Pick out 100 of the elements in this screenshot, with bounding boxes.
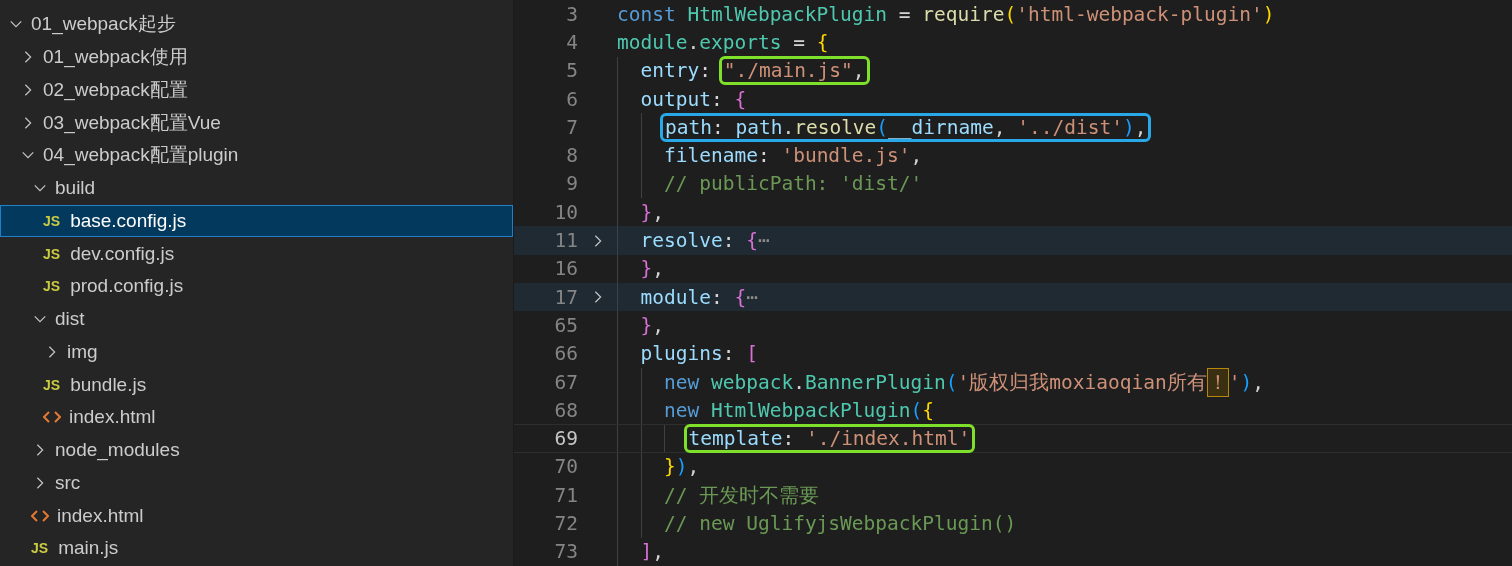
code-token: , [652, 540, 664, 564]
code-token: ] [640, 540, 653, 564]
line-number: 66 [553, 342, 578, 366]
code-token: , [652, 257, 664, 281]
code-token: ) [1122, 115, 1135, 139]
js-file-icon: JS [43, 212, 61, 229]
line-number: 65 [553, 313, 578, 337]
code-token: 'html-webpack-plugin' [1016, 2, 1263, 26]
line-number: 71 [553, 483, 578, 507]
line-number: 68 [553, 398, 578, 422]
tree-item[interactable]: JS bundle.js [0, 368, 513, 401]
line-number: 16 [553, 257, 578, 281]
code-token: "./main.js" [723, 59, 853, 83]
tree-item[interactable]: JS base.config.js [0, 204, 513, 238]
code-token: __dirname [888, 115, 994, 139]
code-token: HtmlWebpackPlugin [687, 2, 888, 26]
tree-item[interactable]: 02_webpack配置 [0, 73, 513, 107]
tree-item[interactable]: build [0, 171, 513, 205]
code-token: entry [640, 59, 700, 83]
code-token: } [640, 200, 653, 224]
line-number: 7 [565, 115, 578, 139]
code-token: : [711, 115, 725, 139]
code-token: '../dist' [1017, 115, 1123, 139]
code-brackets-icon [31, 508, 49, 523]
code-token: ) [675, 455, 688, 479]
tree-item[interactable]: node_modules [0, 433, 513, 467]
code-token: module [617, 30, 688, 54]
tree-item[interactable]: img [0, 335, 513, 369]
code-token: : [782, 427, 796, 451]
js-file-icon: JS [43, 245, 61, 262]
code-token: [ [746, 342, 758, 366]
code-token: : [710, 87, 724, 111]
code-token: { [922, 398, 935, 422]
line-number: 70 [553, 455, 578, 479]
line-number: 4 [565, 30, 578, 54]
tree-item[interactable]: index.html [0, 499, 513, 532]
code-token: filename [664, 144, 758, 168]
code-token: , [852, 59, 865, 83]
code-token: // new UglifyjsWebpackPlugin() [664, 512, 1017, 535]
code-token: } [640, 257, 653, 281]
code-token: ( [910, 398, 923, 422]
line-number: 67 [553, 370, 578, 394]
tree-item[interactable]: JS main.js [0, 532, 513, 565]
code-token: BannerPlugin [804, 370, 946, 394]
code-token: ！ [1206, 367, 1229, 397]
code-token: ) [1240, 370, 1253, 394]
line-number: 6 [565, 87, 578, 111]
code-token: , [652, 200, 664, 224]
tree-item[interactable]: 03_webpack配置Vue [0, 106, 513, 139]
code-token: : [722, 342, 736, 366]
code-token: . [687, 30, 700, 54]
tree-item[interactable]: 01_webpack起步 [0, 8, 513, 41]
tree-item[interactable]: dist [0, 302, 513, 336]
code-token: : [722, 229, 736, 252]
line-number: 8 [565, 144, 578, 168]
code-token: template [688, 427, 783, 451]
tree-item[interactable]: JS prod.config.js [0, 270, 513, 303]
code-token: : [710, 285, 724, 309]
code-token: module [640, 285, 711, 309]
code-token: { [734, 285, 747, 309]
code-token: } [664, 455, 676, 479]
code-token: // 开发时不需要 [664, 482, 820, 509]
code-token: 'bundle.js' [781, 144, 911, 168]
code-token: ) [1262, 2, 1275, 26]
line-number: 9 [565, 172, 578, 196]
code-token: exports [699, 30, 782, 54]
line-number: 10 [553, 200, 578, 224]
tree-item[interactable]: src [0, 466, 513, 500]
code-token: , [687, 455, 700, 479]
code-token: const [617, 2, 677, 26]
code-token: = [897, 2, 912, 26]
code-token: require [922, 2, 1005, 26]
code-token: path [735, 115, 783, 139]
js-file-icon: JS [31, 540, 49, 557]
line-number: 73 [553, 540, 578, 564]
code-token: plugins [640, 342, 723, 366]
line-number: 69 [553, 427, 578, 451]
code-token: = [792, 30, 806, 54]
tree-item[interactable]: 01_webpack使用 [0, 40, 513, 74]
code-token: { [746, 229, 758, 252]
code-token: , [910, 144, 923, 168]
code-token: . [793, 370, 805, 394]
code-token: ( [1004, 2, 1017, 26]
code-token: { [734, 87, 747, 111]
code-token: new [664, 370, 701, 394]
tree-item[interactable]: index.html [0, 401, 513, 434]
line-number: 11 [553, 229, 578, 252]
code-brackets-icon [43, 410, 61, 425]
code-token: ( [945, 370, 958, 394]
code-token: ' [1228, 370, 1241, 394]
code-token: webpack [710, 370, 794, 394]
tree-item[interactable]: 04_webpack配置plugin [0, 139, 513, 172]
code-token: HtmlWebpackPlugin [710, 398, 911, 422]
line-number: 72 [553, 512, 578, 535]
code-token: ⋯ [746, 285, 758, 309]
code-token: resolve [640, 229, 723, 252]
code-token: } [640, 313, 653, 337]
code-token: new [664, 398, 701, 422]
code-token: . [782, 115, 795, 139]
tree-item[interactable]: JS dev.config.js [0, 237, 513, 270]
